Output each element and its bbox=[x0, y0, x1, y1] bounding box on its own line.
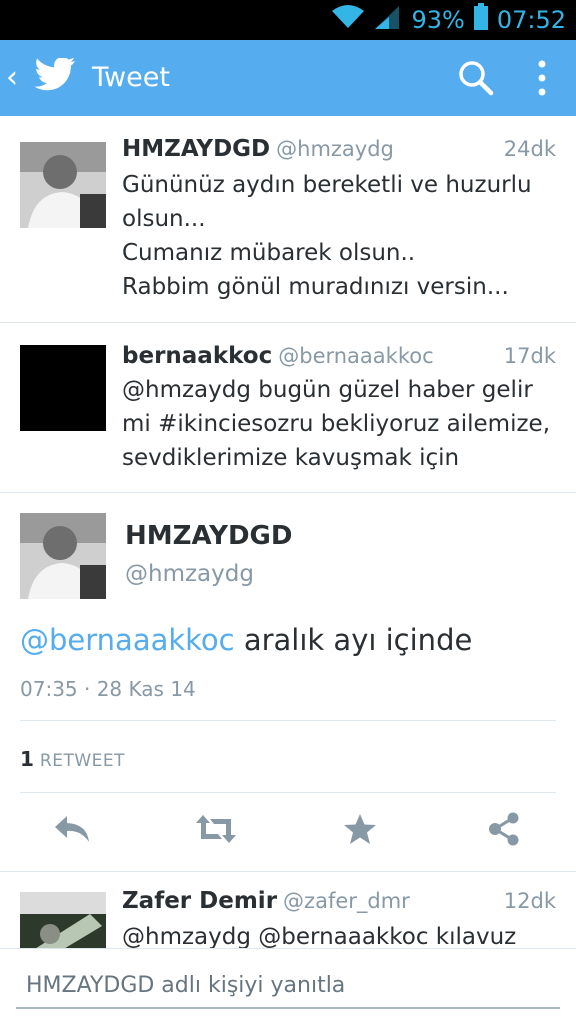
tweet-text: @hmzaydg @bernaaakkoc kılavuz mu bbox=[122, 924, 517, 948]
battery-icon bbox=[473, 3, 489, 37]
retweet-stat[interactable]: 1 RETWEET bbox=[20, 747, 125, 771]
detail-timestamp: 07:35 · 28 Kas 14 bbox=[20, 677, 196, 701]
tweet-text: @hmzaydg bugün güzel haber gelir mi #iki… bbox=[122, 377, 551, 471]
app-bar: ‹ Tweet bbox=[0, 40, 576, 116]
avatar[interactable] bbox=[20, 142, 106, 228]
detail-author-handle[interactable]: @hmzaydg bbox=[125, 561, 254, 587]
tweet-text: Gününüz aydın bereketli ve huzurlu olsun… bbox=[122, 172, 532, 300]
tweet-item[interactable]: Zafer Demir @zafer_dmr 12dk @hmzaydg @ber… bbox=[0, 872, 576, 948]
more-vert-icon[interactable] bbox=[534, 58, 550, 103]
avatar[interactable] bbox=[20, 345, 106, 431]
tweet-time: 24dk bbox=[503, 137, 556, 161]
reply-icon[interactable] bbox=[50, 807, 94, 851]
twitter-bird-icon[interactable] bbox=[34, 57, 76, 99]
back-icon[interactable]: ‹ bbox=[6, 58, 18, 98]
tweet-author-name[interactable]: HMZAYDGD bbox=[122, 136, 270, 162]
reply-bar bbox=[0, 948, 576, 1025]
tweet-author-name[interactable]: bernaakkoc bbox=[122, 343, 272, 369]
wifi-icon bbox=[331, 4, 365, 36]
retweet-count: 1 bbox=[20, 747, 34, 771]
detail-author-name[interactable]: HMZAYDGD bbox=[125, 521, 292, 551]
tweet-actions bbox=[0, 789, 576, 869]
detail-text-body: aralık ayı içinde bbox=[234, 623, 473, 657]
tweet-time: 12dk bbox=[503, 889, 556, 913]
status-time: 07:52 bbox=[496, 6, 566, 34]
mention-link[interactable]: @bernaaakkoc bbox=[20, 623, 235, 657]
reply-input[interactable] bbox=[16, 963, 560, 1009]
signal-icon bbox=[373, 4, 401, 36]
search-icon[interactable] bbox=[458, 60, 494, 101]
tweet-item[interactable]: bernaakkoc @bernaaakkoc 17dk @hmzaydg bug… bbox=[0, 323, 576, 493]
favorite-icon[interactable] bbox=[338, 807, 382, 851]
divider bbox=[20, 720, 556, 721]
retweet-icon[interactable] bbox=[194, 807, 238, 851]
battery-percent: 93% bbox=[411, 6, 465, 34]
detail-text: @bernaaakkoc aralık ayı içinde bbox=[20, 623, 472, 657]
tweet-author-name[interactable]: Zafer Demir bbox=[122, 888, 277, 914]
avatar[interactable] bbox=[20, 513, 106, 599]
page-title: Tweet bbox=[92, 62, 170, 93]
tweet-feed[interactable]: HMZAYDGD @hmzaydg 24dk Gününüz aydın bere… bbox=[0, 116, 576, 948]
retweet-label: RETWEET bbox=[39, 751, 126, 771]
tweet-detail: HMZAYDGD @hmzaydg @bernaaakkoc aralık ay… bbox=[0, 493, 576, 872]
tweet-author-handle[interactable]: @bernaaakkoc bbox=[278, 344, 433, 368]
status-bar: 93% 07:52 bbox=[0, 0, 576, 40]
avatar[interactable] bbox=[20, 892, 106, 948]
tweet-time: 17dk bbox=[503, 344, 556, 368]
tweet-author-handle[interactable]: @hmzaydg bbox=[276, 137, 394, 161]
tweet-author-handle[interactable]: @zafer_dmr bbox=[283, 889, 410, 913]
tweet-item[interactable]: HMZAYDGD @hmzaydg 24dk Gününüz aydın bere… bbox=[0, 116, 576, 323]
share-icon[interactable] bbox=[482, 807, 526, 851]
